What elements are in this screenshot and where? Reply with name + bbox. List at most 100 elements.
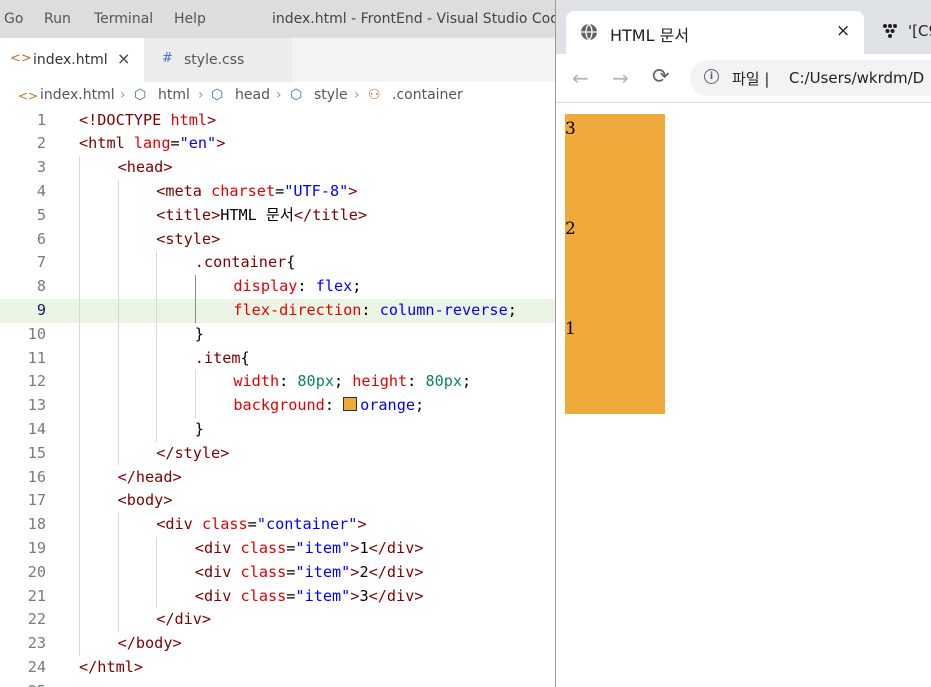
code-text: <head> [118, 156, 173, 180]
code-token: column-reverse [379, 300, 508, 319]
code-line[interactable]: 13 background: orange; [0, 394, 555, 418]
color-swatch-icon[interactable] [343, 396, 358, 411]
code-line[interactable]: 17 <body> [0, 489, 555, 513]
code-text: </style> [156, 442, 229, 466]
code-line[interactable]: 8 display: flex; [0, 275, 555, 299]
menu-go[interactable]: Go [4, 11, 23, 27]
line-number: 11 [27, 348, 46, 367]
breadcrumb-item-container[interactable]: .container [392, 87, 463, 103]
code-token: < [194, 586, 204, 605]
flex-item: 3 [565, 114, 665, 214]
menu-bar: Go Run Terminal Help index.html - FrontE… [0, 0, 555, 38]
tab-index-html[interactable]: <> index.html × [0, 38, 144, 82]
line-number: 10 [27, 324, 46, 343]
code-line[interactable]: 6 <style> [0, 228, 555, 252]
address-bar[interactable]: i 파일 | C:/Users/wkrdm/D [690, 60, 931, 96]
code-line[interactable]: 21 <div class="item">3</div> [0, 585, 555, 609]
code-line[interactable]: 10} [0, 323, 555, 347]
breadcrumb-item-style[interactable]: style [314, 87, 348, 103]
url-text[interactable]: C:/Users/wkrdm/D [789, 69, 924, 87]
reload-icon[interactable]: ⟳ [652, 64, 670, 88]
code-text: <meta charset="UTF-8"> [156, 180, 357, 204]
code-token: > [357, 205, 368, 224]
code-token: </ [117, 467, 136, 486]
code-line[interactable]: 15 </style> [0, 442, 555, 466]
browser-tab-title: '[C9 [908, 22, 931, 40]
code-line[interactable]: 3 <head> [0, 156, 555, 180]
code-token: : [324, 396, 344, 415]
code-text: width: 80px; height: 80px; [233, 370, 471, 394]
indent-guide [194, 275, 196, 323]
close-tab-icon[interactable]: × [836, 21, 850, 41]
code-editor[interactable]: 1 <!DOCTYPE html> 2 <html lang="en"> 3 <head>… [0, 108, 555, 687]
indent-guide [79, 156, 80, 656]
code-token: < [194, 562, 204, 581]
code-token: = [275, 181, 285, 200]
code-token: background [233, 396, 325, 415]
code-token: 80px [297, 372, 334, 391]
menu-help[interactable]: Help [174, 11, 206, 27]
code-line[interactable]: 12 width: 80px; height: 80px; [0, 370, 555, 394]
code-text: <style> [156, 228, 220, 252]
code-line[interactable]: 16 </head> [0, 466, 555, 490]
breadcrumb: <> index.html › ⬡ html › ⬡ head › ⬡ styl… [0, 82, 555, 108]
code-token: > [414, 538, 424, 557]
code-line[interactable]: 2 <html lang="en"> [0, 132, 555, 156]
code-token: </ [156, 610, 175, 629]
code-token: < [79, 134, 89, 153]
code-token: </ [368, 562, 387, 581]
code-line[interactable]: 7 .container{ [0, 251, 555, 275]
line-number: 7 [36, 253, 46, 272]
code-token: div [386, 538, 415, 557]
code-line[interactable]: 5 <title>HTML 문서</title> [0, 204, 555, 228]
code-token: html [170, 110, 208, 129]
code-token: 1 [359, 538, 369, 557]
code-token: </ [79, 657, 98, 676]
editor-tab-bar: <> index.html × # style.css [0, 38, 555, 82]
code-token: > [211, 205, 221, 224]
code-line[interactable]: 20 <div class="item">2</div> [0, 561, 555, 585]
breadcrumb-item-html[interactable]: html [158, 87, 190, 103]
code-token: title [165, 205, 212, 224]
code-token: > [357, 515, 367, 534]
code-token: orange [360, 396, 415, 415]
code-token: > [348, 181, 358, 200]
code-line[interactable]: 22 </div> [0, 608, 555, 632]
code-token: div [203, 586, 232, 605]
site-favicon-icon [883, 24, 897, 38]
code-line[interactable]: 19 <div class="item">1</div> [0, 537, 555, 561]
code-line[interactable]: 25 [0, 680, 555, 687]
line-number: 23 [27, 634, 46, 653]
code-text: <div class="container"> [156, 513, 366, 537]
page-viewport: 3 2 1 [556, 103, 931, 687]
indent-guide [117, 513, 119, 633]
code-line[interactable]: 9 flex-direction: column-reverse; [0, 298, 555, 323]
code-line[interactable]: 18 <div class="container"> [0, 513, 555, 537]
menu-run[interactable]: Run [44, 11, 71, 27]
code-token: </ [368, 586, 387, 605]
code-token: "container" [256, 515, 358, 534]
browser-tab-active[interactable]: HTML 문서 × [566, 11, 864, 54]
info-icon[interactable]: i [704, 69, 719, 84]
code-token: style [165, 229, 212, 248]
tab-style-css[interactable]: # style.css [144, 38, 292, 82]
forward-arrow-icon[interactable]: → [612, 66, 629, 90]
breadcrumb-item-file[interactable]: index.html [40, 87, 115, 103]
line-number: 16 [27, 467, 46, 486]
menu-terminal[interactable]: Terminal [94, 11, 153, 27]
close-tab-icon[interactable]: × [117, 49, 130, 68]
code-line[interactable]: 4 <meta charset="UTF-8"> [0, 180, 555, 204]
code-line[interactable]: 11 .item{ [0, 347, 555, 371]
code-token: "item" [295, 586, 351, 605]
code-line[interactable]: 24 </html> [0, 656, 555, 680]
code-line[interactable]: 1 <!DOCTYPE html> [0, 109, 555, 133]
line-number: 1 [36, 110, 46, 129]
code-line[interactable]: 23 </body> [0, 632, 555, 656]
code-token: > [207, 110, 217, 129]
code-text: </div> [156, 608, 211, 632]
back-arrow-icon[interactable]: ← [572, 66, 589, 90]
code-token: style [174, 443, 221, 462]
code-line[interactable]: 14} [0, 418, 555, 442]
breadcrumb-item-head[interactable]: head [235, 87, 270, 103]
